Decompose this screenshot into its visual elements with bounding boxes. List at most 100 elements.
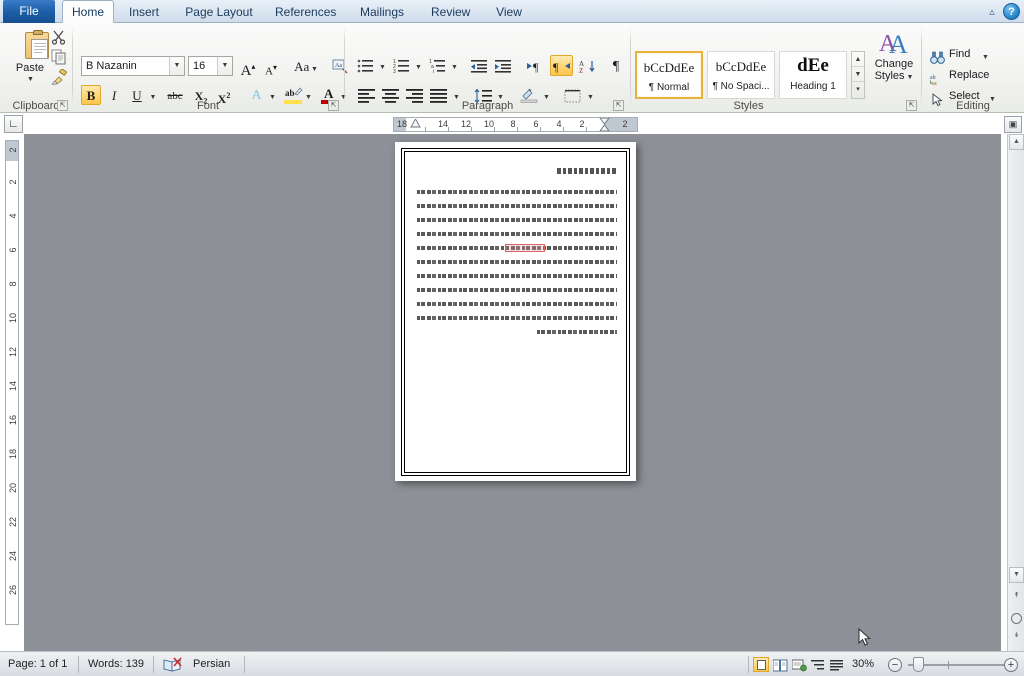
left-to-right-icon: ¶: [527, 60, 539, 74]
multilevel-list-button[interactable]: 1 a i: [427, 55, 449, 76]
tab-home[interactable]: Home: [62, 0, 114, 23]
language-indicator[interactable]: Persian: [193, 652, 230, 676]
doc-line: [417, 302, 617, 306]
style-heading-1[interactable]: dEe Heading 1: [779, 51, 847, 99]
document-page[interactable]: [395, 142, 636, 481]
previous-page-button[interactable]: ↟: [1009, 589, 1024, 605]
view-ruler-toggle[interactable]: ▣: [1004, 116, 1022, 133]
minimize-ribbon-icon[interactable]: ▵: [983, 3, 1001, 21]
group-styles: bCcDdEe ¶ Normal bCcDdEe ¶ No Spaci... d…: [631, 23, 866, 113]
document-body[interactable]: [417, 190, 617, 344]
select-browse-object-button[interactable]: [1011, 613, 1022, 624]
binoculars-icon: [930, 51, 945, 64]
tab-insert[interactable]: Insert: [120, 0, 168, 23]
group-label-styles: Styles: [733, 100, 764, 112]
vertical-scrollbar[interactable]: ▲ ▼ ↟ ↡: [1007, 134, 1024, 651]
view-outline[interactable]: [810, 657, 826, 672]
svg-text:A: A: [889, 30, 908, 55]
doc-line: [537, 330, 617, 334]
copy-button[interactable]: [48, 47, 70, 66]
hanging-indent-marker[interactable]: [599, 118, 610, 131]
replace-button[interactable]: ab ac Replace: [926, 68, 1020, 87]
bullets-button[interactable]: [355, 55, 377, 76]
view-draft[interactable]: [829, 657, 845, 672]
zoom-out-button[interactable]: −: [888, 658, 902, 672]
view-print-layout[interactable]: [753, 657, 769, 672]
styles-more-icon[interactable]: ▾: [852, 82, 864, 97]
font-size-caret[interactable]: ▼: [217, 57, 232, 75]
grow-font-button[interactable]: A▴: [237, 56, 259, 79]
vertical-ruler[interactable]: 2 2 4 6 8 10 12 14 16 18 20 22 24 26: [5, 140, 19, 625]
font-size-combo[interactable]: 16 ▼: [188, 56, 233, 76]
vruler-tick-10: 10: [8, 313, 18, 324]
zoom-level[interactable]: 30%: [852, 652, 874, 676]
zoom-slider-thumb[interactable]: [913, 657, 924, 672]
numbering-button[interactable]: 1 2 3: [391, 55, 413, 76]
style-no-spacing-preview: bCcDdEe: [715, 59, 767, 74]
show-formatting-marks-button[interactable]: ¶: [605, 55, 627, 76]
bullets-caret[interactable]: ▼: [377, 55, 388, 76]
style-normal[interactable]: bCcDdEe ¶ Normal: [635, 51, 703, 99]
styles-scroll-up-icon[interactable]: ▲: [852, 52, 864, 67]
styles-scroll-down-icon[interactable]: ▼: [852, 67, 864, 82]
cut-button[interactable]: [48, 27, 70, 46]
change-case-button[interactable]: Aa ▼: [290, 56, 322, 76]
paste-button[interactable]: Paste ▼: [8, 26, 50, 84]
citation-field[interactable]: [505, 244, 545, 252]
tab-view[interactable]: View: [484, 0, 534, 23]
change-styles-button[interactable]: A A Change Styles ▼ ⇱: [868, 23, 920, 113]
styles-gallery-scroll[interactable]: ▲ ▼ ▾: [851, 51, 865, 99]
find-label: Find: [949, 48, 971, 60]
font-name-caret[interactable]: ▼: [169, 57, 184, 75]
first-line-indent-marker[interactable]: [410, 119, 421, 128]
multilevel-caret[interactable]: ▼: [449, 55, 460, 76]
vruler-tick-2t: 2: [8, 147, 18, 153]
numbering-caret[interactable]: ▼: [413, 55, 424, 76]
word-count[interactable]: Words: 139: [88, 652, 144, 676]
next-page-button[interactable]: ↡: [1009, 629, 1024, 645]
tab-stop-selector[interactable]: ∟: [4, 115, 23, 133]
sort-button[interactable]: A Z: [577, 55, 600, 76]
paragraph-dialog-launcher[interactable]: ⇱: [613, 100, 624, 111]
decrease-indent-button[interactable]: [469, 55, 491, 76]
view-web-layout[interactable]: [791, 657, 807, 672]
marker-pen-icon: [294, 87, 303, 96]
ltr-button[interactable]: ¶: [525, 55, 548, 76]
shrink-font-button[interactable]: A▾: [260, 56, 282, 78]
numbered-list-icon: 1 2 3: [393, 59, 409, 75]
doc-line: [417, 260, 617, 264]
clipboard-dialog-launcher[interactable]: ⇱: [57, 100, 68, 111]
font-name-value: B Nazanin: [86, 60, 137, 72]
increase-indent-button[interactable]: [493, 55, 515, 76]
paste-label: Paste: [15, 62, 45, 74]
vruler-tick-22: 22: [8, 517, 18, 528]
find-caret[interactable]: ▼: [982, 54, 989, 61]
view-full-screen-reading[interactable]: [772, 657, 788, 672]
scroll-down-arrow[interactable]: ▼: [1009, 567, 1024, 583]
vruler-tick-18: 18: [8, 449, 18, 460]
format-painter-button[interactable]: [48, 67, 70, 86]
font-dialog-launcher[interactable]: ⇱: [328, 100, 339, 111]
tab-page-layout[interactable]: Page Layout: [176, 0, 262, 23]
rtl-button[interactable]: ¶: [550, 55, 573, 76]
styles-dialog-launcher[interactable]: ⇱: [906, 100, 917, 111]
proofing-errors-icon[interactable]: [163, 657, 183, 673]
page-indicator[interactable]: Page: 1 of 1: [8, 652, 67, 676]
horizontal-ruler[interactable]: 18 14 12 10 8 6 4 2 2: [393, 117, 638, 132]
style-normal-label: ¶ Normal: [648, 82, 690, 93]
help-icon[interactable]: ?: [1003, 3, 1020, 20]
scroll-up-arrow[interactable]: ▲: [1009, 134, 1024, 150]
tab-review[interactable]: Review: [422, 0, 478, 23]
paste-dropdown-caret[interactable]: ▼: [27, 76, 34, 83]
style-no-spacing[interactable]: bCcDdEe ¶ No Spaci...: [707, 51, 775, 99]
tab-file[interactable]: File: [3, 0, 55, 23]
zoom-in-button[interactable]: +: [1004, 658, 1018, 672]
document-canvas[interactable]: [24, 134, 1001, 651]
right-to-left-icon: ¶: [553, 60, 570, 74]
font-name-combo[interactable]: B Nazanin ▼: [81, 56, 185, 76]
tab-references[interactable]: References: [266, 0, 342, 23]
tab-mailings[interactable]: Mailings: [348, 0, 416, 23]
group-paragraph: ▼ 1 2 3 ▼ 1 a i ▼ ¶ ¶ A Z ¶ ▼ ▼ ▼ ▼ Para…: [345, 23, 630, 113]
doc-line: [417, 204, 617, 208]
find-button[interactable]: Find ▼: [926, 47, 1020, 66]
